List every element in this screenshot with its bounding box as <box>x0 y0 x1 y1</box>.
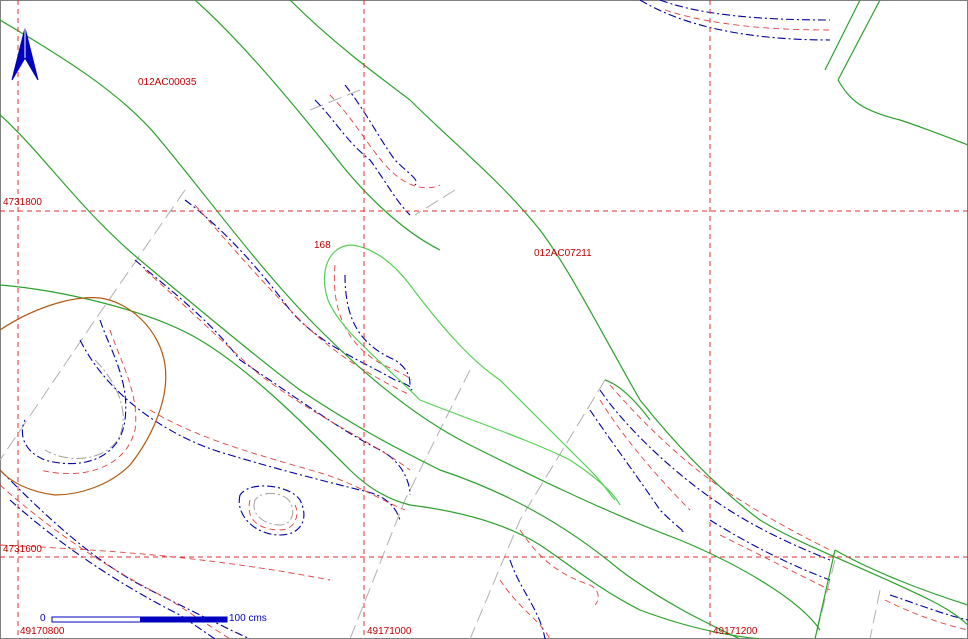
north-arrow-icon <box>11 27 39 81</box>
parcel-label-b[interactable]: 012AC07211 <box>534 248 592 259</box>
contours-minor <box>0 9 968 639</box>
highlight-polygon[interactable] <box>0 297 167 496</box>
map-frame <box>0 0 968 639</box>
grid-label-northing-bottom: 4731600 <box>3 544 42 555</box>
scale-bar-zero-label: 0 <box>40 613 46 624</box>
contours-grey <box>44 359 294 526</box>
coordinate-grid <box>0 0 968 639</box>
grid-label-northing-top: 4731800 <box>3 197 42 208</box>
map-canvas[interactable]: 4731800 4731600 49170800 49171000 491712… <box>0 0 968 639</box>
scale-bar-end-label: 100 cms <box>229 613 267 624</box>
parcel-label-a[interactable]: 012AC00035 <box>138 77 197 88</box>
contour-value-label: 168 <box>314 240 331 251</box>
grid-label-easting-mid: 49171000 <box>367 626 412 637</box>
parcel-boundaries <box>0 0 968 639</box>
grid-label-easting-left: 49170800 <box>20 626 65 637</box>
scale-bar: 0 100 cms <box>40 613 267 624</box>
selected-contour-tail <box>419 399 621 506</box>
grid-label-easting-right: 49171200 <box>713 626 758 637</box>
contours-major <box>0 0 968 639</box>
